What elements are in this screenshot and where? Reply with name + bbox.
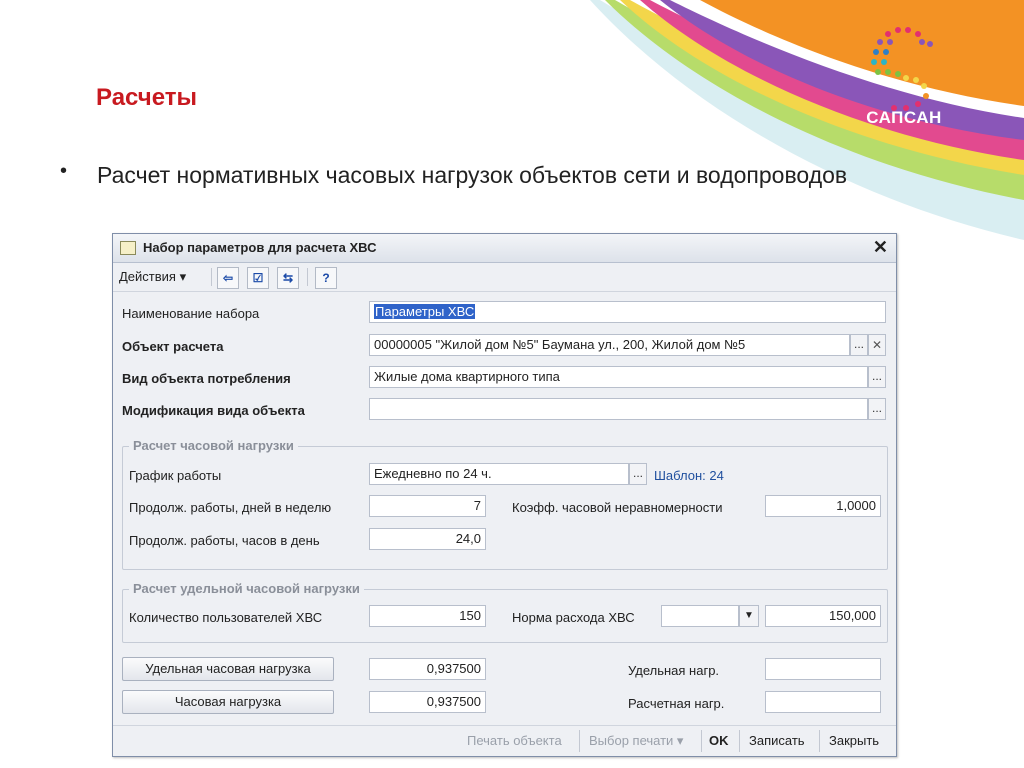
bottom-command-bar: Печать объекта Выбор печати ▾ OK Записат… xyxy=(113,725,896,756)
users-count-label: Количество пользователей ХВС xyxy=(129,610,323,625)
days-per-week-label: Продолж. работы, дней в неделю xyxy=(129,500,332,515)
object-label: Объект расчета xyxy=(122,339,224,354)
bullet-text: Расчет нормативных часовых нагрузок объе… xyxy=(97,162,848,188)
logo-text: САПСАН xyxy=(866,108,942,127)
template-link[interactable]: Шаблон: 24 xyxy=(654,468,724,483)
close-button[interactable]: Закрыть xyxy=(829,733,879,748)
specific-hourly-load-button[interactable]: Удельная часовая нагрузка xyxy=(122,657,334,681)
help-icon[interactable]: ? xyxy=(315,267,337,289)
consumption-norm-value-field[interactable]: 150,000 xyxy=(765,605,881,627)
toolbar-separator xyxy=(307,268,308,286)
command-separator xyxy=(739,730,740,752)
actions-menu[interactable]: Действия ▾ xyxy=(119,269,186,285)
type-modification-select-button[interactable]: ... xyxy=(868,398,886,420)
specific-hourly-load-field[interactable]: 0,937500 xyxy=(369,658,486,680)
type-modification-label: Модификация вида объекта xyxy=(122,403,305,418)
ok-button[interactable]: OK xyxy=(709,733,729,748)
toolbar-separator xyxy=(211,268,212,286)
chevron-down-icon[interactable]: ▼ xyxy=(739,605,759,627)
schedule-select-button[interactable]: ... xyxy=(629,463,647,485)
print-select-button[interactable]: Выбор печати ▾ xyxy=(589,733,683,749)
spec-load-field[interactable] xyxy=(765,658,881,680)
window-titlebar: Набор параметров для расчета ХВС ✕ xyxy=(113,234,896,263)
print-object-button[interactable]: Печать объекта xyxy=(467,733,562,748)
unevenness-coef-label: Коэфф. часовой неравномерности xyxy=(512,500,723,515)
command-separator xyxy=(819,730,820,752)
calc-load-field[interactable] xyxy=(765,691,881,713)
hourly-load-field[interactable]: 0,937500 xyxy=(369,691,486,713)
swap-icon[interactable]: ⇆ xyxy=(277,267,299,289)
set-name-label: Наименование набора xyxy=(122,306,260,321)
hours-per-day-label: Продолж. работы, часов в день xyxy=(129,533,320,548)
save-button[interactable]: Записать xyxy=(749,733,805,748)
consumption-norm-select[interactable] xyxy=(661,605,739,627)
users-count-field[interactable]: 150 xyxy=(369,605,486,627)
hourly-load-button[interactable]: Часовая нагрузка xyxy=(122,690,334,714)
slide-title: Расчеты xyxy=(96,84,197,111)
unevenness-coef-field[interactable]: 1,0000 xyxy=(765,495,881,517)
checklist-icon[interactable]: ☑ xyxy=(247,267,269,289)
consumption-norm-label: Норма расхода ХВС xyxy=(512,610,635,625)
command-separator xyxy=(579,730,580,752)
back-arrow-icon[interactable]: ⇦ xyxy=(217,267,239,289)
window-title: Набор параметров для расчета ХВС xyxy=(143,240,377,255)
calc-load-label: Расчетная нагр. xyxy=(628,696,725,711)
hours-per-day-field[interactable]: 24,0 xyxy=(369,528,486,550)
schedule-field[interactable]: Ежедневно по 24 ч. xyxy=(369,463,629,485)
specific-load-group-title: Расчет удельной часовой нагрузки xyxy=(129,581,364,596)
object-field[interactable]: 00000005 "Жилой дом №5" Баумана ул., 200… xyxy=(369,334,850,356)
spec-load-label: Удельная нагр. xyxy=(628,663,720,678)
object-select-button[interactable]: ... xyxy=(850,334,868,356)
window-toolbar: Действия ▾ ⇦ ☑ ⇆ ? xyxy=(113,263,896,292)
days-per-week-field[interactable]: 7 xyxy=(369,495,486,517)
hourly-load-group-title: Расчет часовой нагрузки xyxy=(129,438,298,453)
schedule-label: График работы xyxy=(129,468,222,483)
consumption-type-field[interactable]: Жилые дома квартирного типа xyxy=(369,366,868,388)
consumption-type-label: Вид объекта потребления xyxy=(122,371,291,386)
close-icon[interactable]: ✕ xyxy=(873,237,888,258)
set-name-value: Параметры ХВС xyxy=(374,304,476,319)
set-name-field[interactable]: Параметры ХВС xyxy=(369,301,886,323)
command-separator xyxy=(701,730,702,752)
bullet-marker: • xyxy=(60,160,68,182)
consumption-type-select-button[interactable]: ... xyxy=(868,366,886,388)
object-clear-icon[interactable]: ✕ xyxy=(868,334,886,356)
type-modification-field[interactable] xyxy=(369,398,868,420)
form-icon xyxy=(120,241,136,255)
parameters-window: Набор параметров для расчета ХВС ✕ Дейст… xyxy=(112,233,897,757)
